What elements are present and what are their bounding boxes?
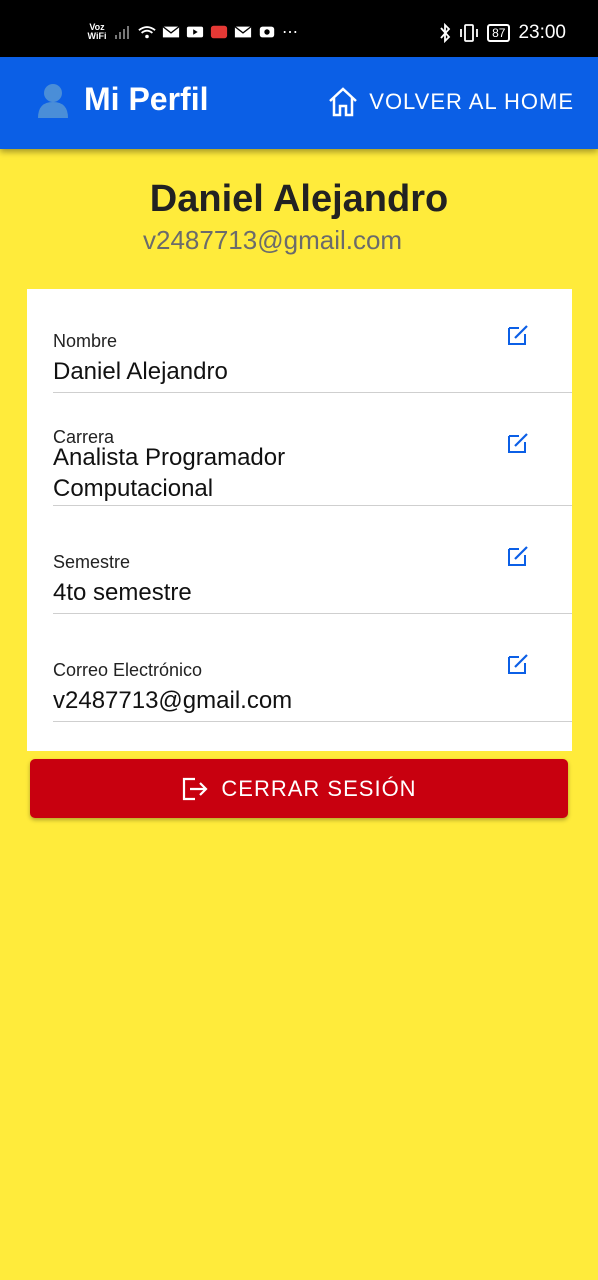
edit-correo-icon[interactable] — [506, 652, 530, 676]
shop-app-icon — [210, 25, 228, 39]
field-value: 4to semestre — [53, 579, 192, 606]
field-value: Daniel Alejandro — [53, 358, 228, 385]
more-notifications-icon: ⋯ — [282, 24, 298, 41]
edit-semestre-icon[interactable] — [506, 544, 530, 568]
app-title-text: Mi Perfil — [84, 81, 209, 117]
field-carrera: Carrera Analista Programador Computacion… — [53, 428, 572, 506]
field-label: Nombre — [53, 331, 118, 351]
wifi-icon — [138, 26, 156, 39]
clock: 23:00 — [518, 22, 566, 43]
status-right-icons: 87 23:00 — [439, 22, 566, 44]
field-nombre: Nombre Daniel Alejandro — [53, 331, 572, 393]
carrier-label: Voz WiFi — [87, 22, 107, 41]
logout-icon — [183, 777, 208, 800]
mail-icon — [162, 26, 180, 38]
battery-indicator: 87 — [487, 24, 511, 42]
profile-email: v2487713@gmail.com — [143, 225, 403, 255]
mail-icon-2 — [234, 26, 252, 38]
youtube-icon — [186, 26, 204, 38]
bluetooth-icon — [440, 23, 451, 43]
vibrate-icon — [460, 24, 478, 42]
field-label: Semestre — [53, 552, 131, 572]
status-left-icons: Voz WiFi ⋯ — [86, 22, 298, 42]
profile-card: Nombre Daniel Alejandro Carrera Analista… — [27, 289, 572, 751]
field-label: Correo Electrónico — [53, 660, 203, 680]
home-button-label: VOLVER AL HOME — [369, 89, 574, 114]
home-button[interactable]: VOLVER AL HOME — [327, 87, 574, 117]
signal-icon — [115, 26, 129, 39]
logout-button[interactable]: CERRAR SESIÓN — [30, 759, 568, 818]
field-value: Analista Programador Computacional — [53, 444, 286, 502]
app-bar: Mi Perfil VOLVER AL HOME — [0, 57, 598, 149]
field-correo: Correo Electrónico v2487713@gmail.com — [53, 660, 572, 722]
app-title: Mi Perfil — [36, 81, 208, 118]
logout-button-label: CERRAR SESIÓN — [221, 775, 417, 801]
field-value: v2487713@gmail.com — [53, 687, 293, 714]
edit-carrera-icon[interactable] — [506, 431, 530, 455]
status-bar: Voz WiFi ⋯ 87 23:00 — [0, 0, 598, 57]
home-icon — [329, 87, 358, 117]
download-icon — [259, 26, 275, 38]
profile-name: Daniel Alejandro — [149, 178, 449, 220]
field-semestre: Semestre 4to semestre — [53, 552, 572, 614]
user-icon — [38, 83, 68, 118]
edit-nombre-icon[interactable] — [506, 323, 530, 347]
